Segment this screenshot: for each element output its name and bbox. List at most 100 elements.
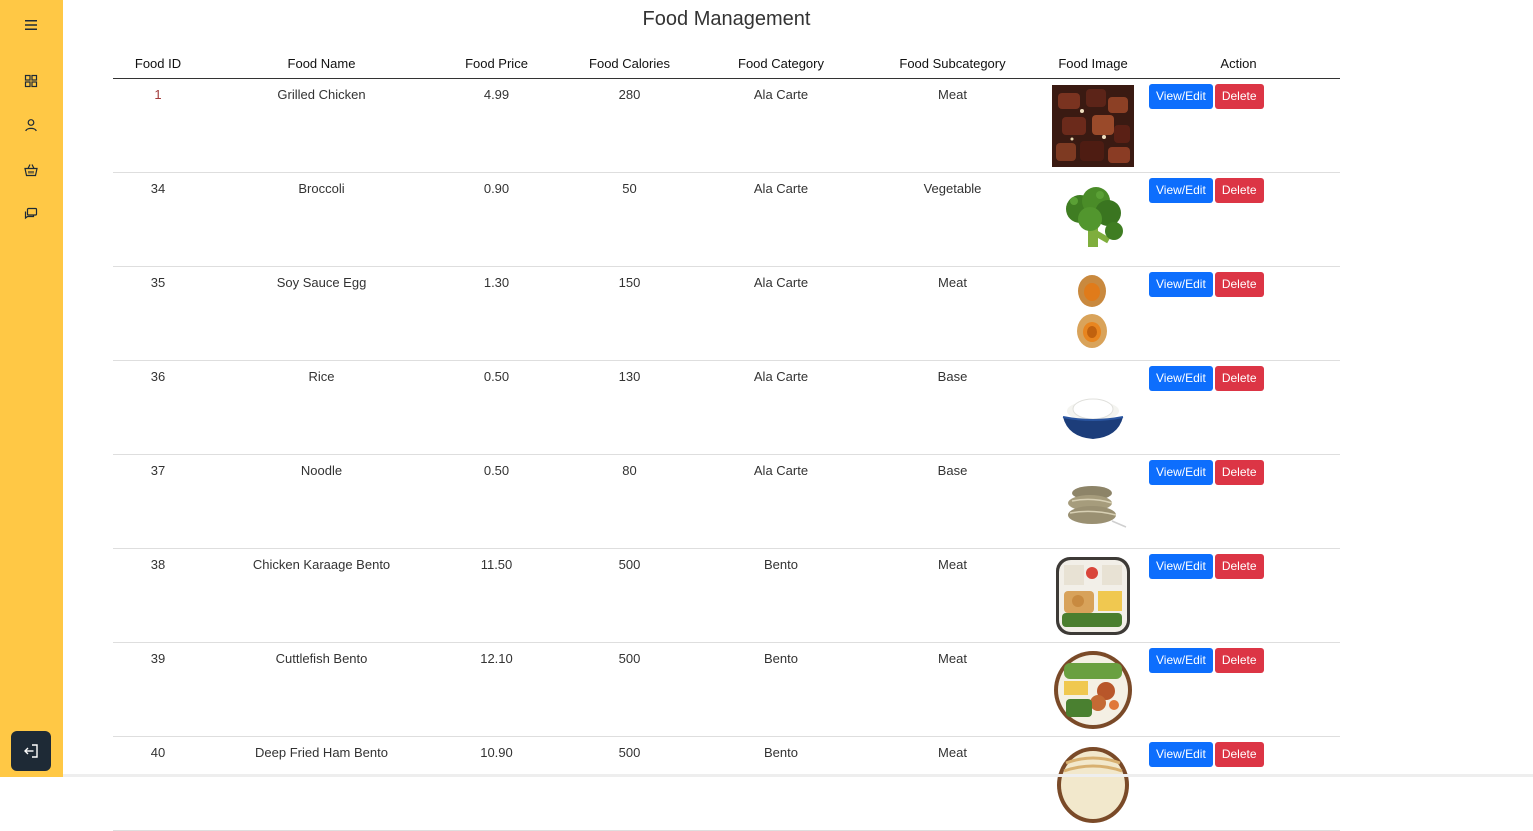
view-edit-button[interactable]: View/Edit	[1149, 366, 1213, 391]
food-id-cell: 35	[113, 266, 203, 361]
food-calories-cell: 80	[553, 454, 706, 549]
dashboard-grid-icon[interactable]	[20, 70, 42, 92]
header-food-name: Food Name	[203, 49, 440, 79]
food-id-cell: 39	[113, 642, 203, 737]
food-table-container: Food ID Food Name Food Price Food Calori…	[113, 49, 1340, 831]
food-name-cell: Cuttlefish Bento	[203, 642, 440, 737]
food-price-cell: 0.50	[440, 360, 553, 455]
rice-image	[1062, 398, 1124, 439]
delete-button[interactable]: Delete	[1214, 648, 1264, 673]
food-category-cell: Bento	[706, 642, 856, 737]
food-category-cell: Bento	[706, 548, 856, 643]
food-price-cell: 11.50	[440, 548, 553, 643]
header-action: Action	[1137, 49, 1340, 79]
user-icon[interactable]	[20, 114, 42, 136]
food-subcategory-cell: Meat	[856, 266, 1049, 361]
delete-button[interactable]: Delete	[1214, 554, 1264, 579]
food-subcategory-cell: Meat	[856, 78, 1049, 173]
logout-button[interactable]	[11, 731, 51, 771]
food-name-cell: Broccoli	[203, 172, 440, 267]
food-image-cell	[1049, 548, 1137, 643]
food-subcategory-cell: Meat	[856, 736, 1049, 831]
view-edit-button[interactable]: View/Edit	[1149, 554, 1213, 579]
food-subcategory-cell: Base	[856, 454, 1049, 549]
header-food-category: Food Category	[706, 49, 856, 79]
view-edit-button[interactable]: View/Edit	[1149, 648, 1213, 673]
food-name-cell: Deep Fried Ham Bento	[203, 736, 440, 831]
food-price-cell: 12.10	[440, 642, 553, 737]
shopping-basket-icon[interactable]	[20, 159, 42, 181]
food-id-cell: 34	[113, 172, 203, 267]
food-id-cell: 38	[113, 548, 203, 643]
soy-sauce-egg-image	[1077, 275, 1107, 348]
food-table: Food ID Food Name Food Price Food Calori…	[113, 49, 1340, 831]
food-calories-cell: 500	[553, 736, 706, 831]
delete-button[interactable]: Delete	[1214, 460, 1264, 485]
table-row: 40 Deep Fried Ham Bento 10.90 500 Bento …	[113, 736, 1340, 831]
delete-button[interactable]: Delete	[1214, 272, 1264, 297]
food-image-cell	[1049, 78, 1137, 173]
action-cell: View/Edit Delete	[1137, 736, 1340, 831]
food-name-cell: Rice	[203, 360, 440, 455]
food-name-cell: Soy Sauce Egg	[203, 266, 440, 361]
table-row: 38 Chicken Karaage Bento 11.50 500 Bento…	[113, 548, 1340, 643]
view-edit-button[interactable]: View/Edit	[1149, 742, 1213, 767]
grilled-chicken-image	[1052, 85, 1134, 167]
table-row: 36 Rice 0.50 130 Ala Carte Base View/Edi…	[113, 360, 1340, 455]
hamburger-menu-icon[interactable]	[20, 14, 42, 36]
food-subcategory-cell: Vegetable	[856, 172, 1049, 267]
chat-bubbles-icon[interactable]	[20, 203, 42, 225]
action-cell: View/Edit Delete	[1137, 78, 1340, 173]
view-edit-button[interactable]: View/Edit	[1149, 460, 1213, 485]
food-price-cell: 0.50	[440, 454, 553, 549]
action-cell: View/Edit Delete	[1137, 548, 1340, 643]
food-price-cell: 10.90	[440, 736, 553, 831]
broccoli-image	[1066, 187, 1123, 247]
food-image-cell	[1049, 172, 1137, 267]
food-id-cell: 37	[113, 454, 203, 549]
food-category-cell: Ala Carte	[706, 78, 856, 173]
food-id-cell: 1	[113, 78, 203, 173]
food-category-cell: Ala Carte	[706, 172, 856, 267]
food-image-cell	[1049, 736, 1137, 831]
food-category-cell: Ala Carte	[706, 266, 856, 361]
food-calories-cell: 150	[553, 266, 706, 361]
header-food-calories: Food Calories	[553, 49, 706, 79]
delete-button[interactable]: Delete	[1214, 366, 1264, 391]
action-cell: View/Edit Delete	[1137, 172, 1340, 267]
food-image-cell	[1049, 360, 1137, 455]
food-image-cell	[1049, 454, 1137, 549]
food-subcategory-cell: Meat	[856, 642, 1049, 737]
delete-button[interactable]: Delete	[1214, 742, 1264, 767]
food-price-cell: 1.30	[440, 266, 553, 361]
food-name-cell: Noodle	[203, 454, 440, 549]
food-name-cell: Chicken Karaage Bento	[203, 548, 440, 643]
header-food-subcategory: Food Subcategory	[856, 49, 1049, 79]
view-edit-button[interactable]: View/Edit	[1149, 272, 1213, 297]
food-category-cell: Bento	[706, 736, 856, 831]
food-calories-cell: 500	[553, 642, 706, 737]
view-edit-button[interactable]: View/Edit	[1149, 178, 1213, 203]
food-subcategory-cell: Base	[856, 360, 1049, 455]
delete-button[interactable]: Delete	[1214, 178, 1264, 203]
deep-fried-ham-bento-image	[1057, 747, 1129, 823]
delete-button[interactable]: Delete	[1214, 84, 1264, 109]
food-name-cell: Grilled Chicken	[203, 78, 440, 173]
noodle-image	[1068, 486, 1127, 528]
chicken-karaage-bento-image	[1056, 557, 1130, 635]
food-category-cell: Ala Carte	[706, 360, 856, 455]
sidebar	[0, 0, 63, 777]
table-row: 34 Broccoli 0.90 50 Ala Carte Vegetable	[113, 172, 1340, 267]
table-row: 35 Soy Sauce Egg 1.30 150 Ala Carte Meat	[113, 266, 1340, 361]
food-image-cell	[1049, 266, 1137, 361]
logout-icon	[24, 744, 38, 758]
page-title: Food Management	[642, 8, 811, 30]
view-edit-button[interactable]: View/Edit	[1149, 84, 1213, 109]
action-cell: View/Edit Delete	[1137, 266, 1340, 361]
food-calories-cell: 130	[553, 360, 706, 455]
table-row: 39 Cuttlefish Bento 12.10 500 Bento Meat	[113, 642, 1340, 737]
table-row: 1 Grilled Chicken 4.99 280 Ala Carte Mea…	[113, 78, 1340, 173]
action-cell: View/Edit Delete	[1137, 360, 1340, 455]
header-food-image: Food Image	[1049, 49, 1137, 79]
food-price-cell: 4.99	[440, 78, 553, 173]
